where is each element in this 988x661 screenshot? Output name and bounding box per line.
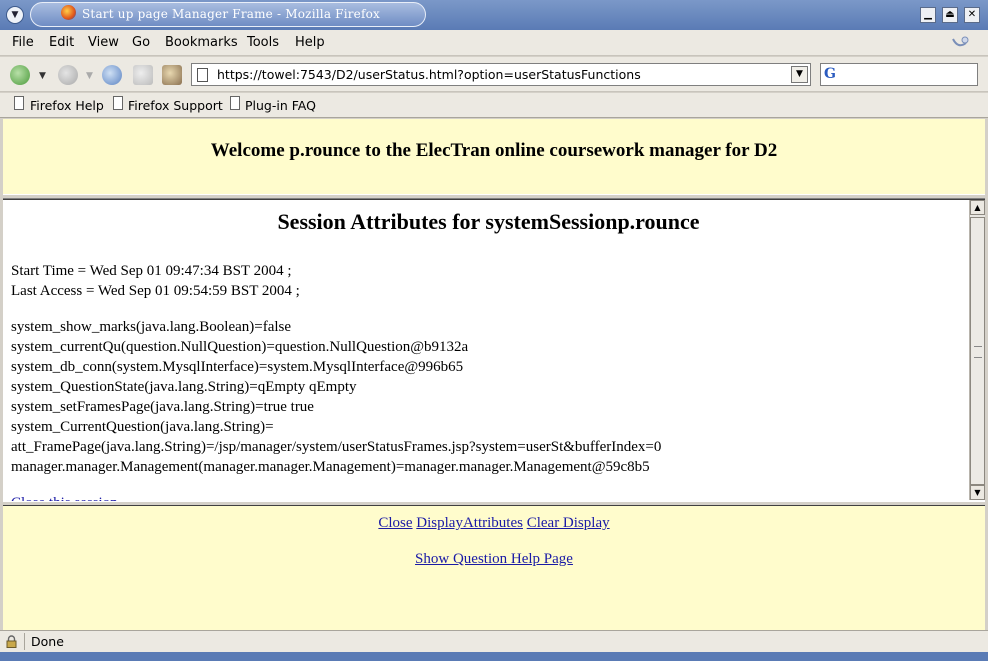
status-text: Done bbox=[31, 634, 64, 649]
menu-view[interactable]: View bbox=[88, 35, 119, 50]
url-text[interactable]: https://towel:7543/D2/userStatus.html?op… bbox=[217, 67, 641, 82]
bookmark-firefox-support[interactable]: Firefox Support bbox=[128, 98, 223, 113]
session-title: Session Attributes for systemSessionp.ro… bbox=[277, 209, 700, 234]
page-content: Welcome p.rounce to the ElecTran online … bbox=[3, 119, 985, 630]
display-attributes-link[interactable]: DisplayAttributes bbox=[416, 515, 523, 531]
controls-frame: Close DisplayAttributes Clear Display Sh… bbox=[3, 506, 985, 630]
stop-icon[interactable] bbox=[133, 65, 153, 85]
google-search-icon[interactable]: G bbox=[824, 66, 836, 82]
header-frame: Welcome p.rounce to the ElecTran online … bbox=[3, 119, 985, 194]
bookmark-page-icon bbox=[230, 96, 240, 110]
throbber-icon bbox=[952, 36, 969, 47]
back-icon[interactable] bbox=[10, 65, 30, 85]
close-icon[interactable]: ✕ bbox=[964, 7, 980, 23]
scroll-up-icon[interactable]: ▲ bbox=[970, 200, 985, 215]
window-bottom-edge bbox=[0, 652, 988, 661]
back-dropdown-icon[interactable]: ▼ bbox=[39, 71, 46, 81]
bookmark-page-icon bbox=[113, 96, 123, 110]
forward-dropdown-icon[interactable]: ▼ bbox=[86, 71, 93, 81]
firefox-logo-icon bbox=[61, 5, 76, 20]
close-session-link[interactable]: Close this session bbox=[11, 493, 118, 501]
url-field[interactable]: https://towel:7543/D2/userStatus.html?op… bbox=[191, 63, 811, 86]
window-titlebar[interactable]: ▼ Start up page Manager Frame - Mozilla … bbox=[0, 0, 988, 30]
status-separator bbox=[24, 633, 25, 650]
window-title: Start up page Manager Frame - Mozilla Fi… bbox=[82, 7, 381, 21]
control-links: Close DisplayAttributes Clear Display bbox=[3, 515, 985, 532]
lock-icon[interactable] bbox=[6, 635, 17, 648]
page-icon bbox=[197, 68, 208, 82]
help-row: Show Question Help Page bbox=[3, 551, 985, 568]
menu-file[interactable]: File bbox=[12, 35, 34, 50]
bookmark-plugin-faq[interactable]: Plug-in FAQ bbox=[245, 98, 316, 113]
menu-bookmarks[interactable]: Bookmarks bbox=[165, 35, 238, 50]
start-time: Start Time = Wed Sep 01 09:47:34 BST 200… bbox=[11, 263, 292, 279]
clear-display-link[interactable]: Clear Display bbox=[527, 515, 610, 531]
window-menu-icon[interactable]: ▼ bbox=[6, 6, 24, 24]
attribute-line: system_currentQu(question.NullQuestion)=… bbox=[11, 339, 469, 355]
menu-edit[interactable]: Edit bbox=[49, 35, 74, 50]
bookmark-firefox-help[interactable]: Firefox Help bbox=[30, 98, 104, 113]
scrollbar-thumb[interactable] bbox=[970, 217, 985, 485]
menu-tools[interactable]: Tools bbox=[247, 35, 279, 50]
attribute-line: system_CurrentQuestion(java.lang.String)… bbox=[11, 419, 274, 435]
attribute-line: system_show_marks(java.lang.Boolean)=fal… bbox=[11, 319, 292, 335]
attribute-line: system_QuestionState(java.lang.String)=q… bbox=[11, 379, 357, 395]
maximize-icon[interactable]: ⏏ bbox=[942, 7, 958, 23]
menu-go[interactable]: Go bbox=[132, 35, 150, 50]
scroll-down-icon[interactable]: ▼ bbox=[970, 485, 985, 500]
home-icon[interactable] bbox=[162, 65, 182, 85]
reload-icon[interactable] bbox=[102, 65, 122, 85]
attribute-line: system_setFramesPage(java.lang.String)=t… bbox=[11, 399, 314, 415]
menu-bar: File Edit View Go Bookmarks Tools Help bbox=[0, 30, 988, 56]
attribute-line: att_FramePage(java.lang.String)=/jsp/man… bbox=[11, 439, 662, 455]
last-access: Last Access = Wed Sep 01 09:54:59 BST 20… bbox=[11, 283, 300, 299]
show-help-link[interactable]: Show Question Help Page bbox=[415, 551, 573, 567]
scrollbar-grip bbox=[974, 346, 982, 358]
minimize-icon[interactable]: ▁ bbox=[920, 7, 936, 23]
search-input[interactable]: G bbox=[820, 63, 978, 86]
url-dropdown-icon[interactable]: ▼ bbox=[791, 66, 808, 83]
menu-help[interactable]: Help bbox=[295, 35, 325, 50]
close-link[interactable]: Close bbox=[378, 515, 412, 531]
attribute-line: system_db_conn(system.MysqlInterface)=sy… bbox=[11, 359, 464, 375]
welcome-message: Welcome p.rounce to the ElecTran online … bbox=[210, 140, 778, 161]
status-bar: Done bbox=[0, 630, 988, 652]
vertical-scrollbar[interactable]: ▲ ▼ bbox=[969, 200, 985, 500]
bookmarks-toolbar: Firefox Help Firefox Support Plug-in FAQ bbox=[0, 93, 988, 118]
navigation-toolbar: ▼ ▼ https://towel:7543/D2/userStatus.htm… bbox=[0, 57, 988, 92]
attribute-line: manager.manager.Management(manager.manag… bbox=[11, 459, 650, 475]
forward-icon[interactable] bbox=[58, 65, 78, 85]
session-frame: Session Attributes for systemSessionp.ro… bbox=[3, 199, 985, 501]
bookmark-page-icon bbox=[14, 96, 24, 110]
